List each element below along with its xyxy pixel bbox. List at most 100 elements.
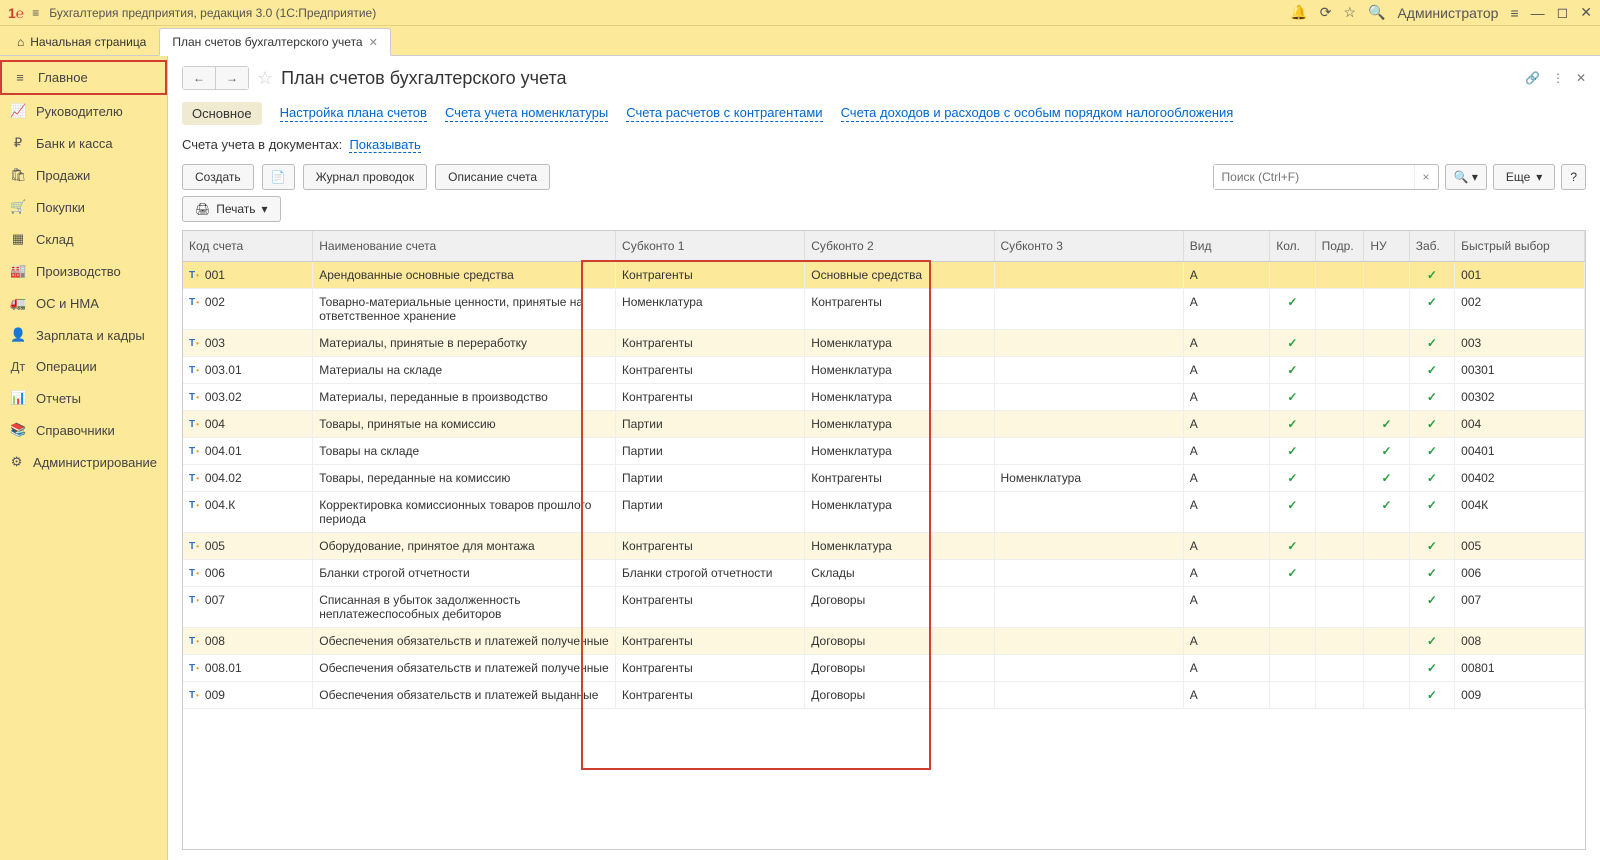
subtab-4[interactable]: Счета доходов и расходов с особым порядк… <box>841 105 1234 122</box>
favorite-star-icon[interactable]: ☆ <box>257 68 273 89</box>
cell-nu <box>1364 357 1409 384</box>
table-row[interactable]: T001Арендованные основные средстваКонтра… <box>183 262 1585 289</box>
cell-sub3 <box>994 628 1183 655</box>
cell-sub3 <box>994 492 1183 533</box>
sidebar-item-3[interactable]: 🛍Продажи <box>0 159 167 191</box>
bell-icon[interactable]: 🔔 <box>1290 4 1307 21</box>
tab-home[interactable]: ⌂ Начальная страница <box>4 28 159 55</box>
table-row[interactable]: T006Бланки строгой отчетностиБланки стро… <box>183 560 1585 587</box>
cell-sub1: Контрагенты <box>616 682 805 709</box>
cell-kol: ✓ <box>1270 560 1315 587</box>
col-fast[interactable]: Быстрый выбор <box>1455 231 1585 262</box>
current-user[interactable]: Администратор <box>1397 5 1498 21</box>
table-row[interactable]: T004.ККорректировка комиссионных товаров… <box>183 492 1585 533</box>
search-input[interactable] <box>1214 165 1414 189</box>
sidebar-icon: ≡ <box>12 70 28 85</box>
main-menu-icon[interactable]: ≡ <box>32 6 39 20</box>
table-row[interactable]: T002Товарно-материальные ценности, приня… <box>183 289 1585 330</box>
cell-name: Товары, переданные на комиссию <box>313 465 616 492</box>
table-row[interactable]: T004.02Товары, переданные на комиссиюПар… <box>183 465 1585 492</box>
cell-code: 006 <box>205 566 225 580</box>
more-button[interactable]: Еще ▾ <box>1493 164 1555 190</box>
col-zab[interactable]: Заб. <box>1409 231 1454 262</box>
nav-forward-button[interactable]: → <box>215 67 248 89</box>
col-sub3[interactable]: Субконто 3 <box>994 231 1183 262</box>
search-icon[interactable]: 🔍 <box>1368 4 1385 21</box>
close-page-icon[interactable]: ✕ <box>1576 71 1586 85</box>
doc-hint-link[interactable]: Показывать <box>349 137 420 153</box>
create-button[interactable]: Создать <box>182 164 254 190</box>
nav-back-button[interactable]: ← <box>183 67 215 89</box>
print-button[interactable]: 🖨 Печать ▾ <box>182 196 281 222</box>
minimize-icon[interactable]: — <box>1531 5 1545 21</box>
sidebar-item-10[interactable]: 📊Отчеты <box>0 382 167 414</box>
table-row[interactable]: T008Обеспечения обязательств и платежей … <box>183 628 1585 655</box>
close-window-icon[interactable]: ✕ <box>1580 4 1592 21</box>
sidebar-item-4[interactable]: 🛒Покупки <box>0 191 167 223</box>
account-icon: T <box>189 663 199 674</box>
sidebar-item-8[interactable]: 👤Зарплата и кадры <box>0 319 167 351</box>
help-button[interactable]: ? <box>1561 164 1586 190</box>
table-row[interactable]: T004Товары, принятые на комиссиюПартииНо… <box>183 411 1585 438</box>
sidebar-item-1[interactable]: 📈Руководителю <box>0 95 167 127</box>
cell-sub1: Контрагенты <box>616 533 805 560</box>
describe-button[interactable]: Описание счета <box>435 164 550 190</box>
table-row[interactable]: T008.01Обеспечения обязательств и платеж… <box>183 655 1585 682</box>
create-copy-button[interactable]: 📄 <box>262 164 295 190</box>
col-sub2[interactable]: Субконто 2 <box>805 231 994 262</box>
subtab-1[interactable]: Настройка плана счетов <box>280 105 427 122</box>
close-tab-icon[interactable]: ✕ <box>369 36 378 49</box>
cell-sub3 <box>994 411 1183 438</box>
table-row[interactable]: T003.01Материалы на складеКонтрагентыНом… <box>183 357 1585 384</box>
cell-fast: 004К <box>1455 492 1585 533</box>
more-icon[interactable]: ⋮ <box>1552 71 1564 85</box>
history-icon[interactable]: ⟳ <box>1320 4 1332 21</box>
search-button[interactable]: 🔍 ▾ <box>1445 164 1487 190</box>
tab-chart-of-accounts[interactable]: План счетов бухгалтерского учета ✕ <box>159 28 390 56</box>
cell-zab: ✓ <box>1409 384 1454 411</box>
table-row[interactable]: T004.01Товары на складеПартииНоменклатур… <box>183 438 1585 465</box>
sidebar-item-11[interactable]: 📚Справочники <box>0 414 167 446</box>
clear-search-icon[interactable]: × <box>1414 165 1438 189</box>
cell-name: Бланки строгой отчетности <box>313 560 616 587</box>
cell-sub2: Договоры <box>805 682 994 709</box>
cell-nu <box>1364 384 1409 411</box>
col-vid[interactable]: Вид <box>1183 231 1270 262</box>
table-row[interactable]: T007Списанная в убыток задолженность неп… <box>183 587 1585 628</box>
table-row[interactable]: T003.02Материалы, переданные в производс… <box>183 384 1585 411</box>
cell-kol: ✓ <box>1270 289 1315 330</box>
journal-button[interactable]: Журнал проводок <box>303 164 428 190</box>
sidebar-item-7[interactable]: 🚛ОС и НМА <box>0 287 167 319</box>
account-icon: T <box>189 568 199 579</box>
sidebar-item-5[interactable]: ▦Склад <box>0 223 167 255</box>
subtab-2[interactable]: Счета учета номенклатуры <box>445 105 608 122</box>
cell-sub1: Контрагенты <box>616 655 805 682</box>
sidebar-item-9[interactable]: ДтОперации <box>0 351 167 382</box>
col-code[interactable]: Код счета <box>183 231 313 262</box>
subtab-0[interactable]: Основное <box>182 102 262 125</box>
table-row[interactable]: T005Оборудование, принятое для монтажаКо… <box>183 533 1585 560</box>
cell-vid: А <box>1183 262 1270 289</box>
cell-sub3 <box>994 384 1183 411</box>
cell-code: 008 <box>205 634 225 648</box>
cell-kol <box>1270 587 1315 628</box>
more-label: Еще <box>1506 170 1530 184</box>
table-row[interactable]: T009Обеспечения обязательств и платежей … <box>183 682 1585 709</box>
cell-podr <box>1315 289 1364 330</box>
col-sub1[interactable]: Субконто 1 <box>616 231 805 262</box>
star-icon[interactable]: ☆ <box>1343 4 1356 21</box>
maximize-icon[interactable]: ◻ <box>1557 4 1569 21</box>
sidebar-item-2[interactable]: ₽Банк и касса <box>0 127 167 159</box>
sidebar-item-6[interactable]: 🏭Производство <box>0 255 167 287</box>
col-nu[interactable]: НУ <box>1364 231 1409 262</box>
table-row[interactable]: T003Материалы, принятые в переработкуКон… <box>183 330 1585 357</box>
col-kol[interactable]: Кол. <box>1270 231 1315 262</box>
link-icon[interactable]: 🔗 <box>1525 71 1540 85</box>
col-podr[interactable]: Подр. <box>1315 231 1364 262</box>
col-name[interactable]: Наименование счета <box>313 231 616 262</box>
sidebar-item-0[interactable]: ≡Главное <box>0 60 167 95</box>
subtab-3[interactable]: Счета расчетов с контрагентами <box>626 105 822 122</box>
sidebar-item-12[interactable]: ⚙Администрирование <box>0 446 167 478</box>
settings-icon[interactable]: ≡ <box>1510 5 1518 21</box>
cell-sub1: Контрагенты <box>616 628 805 655</box>
